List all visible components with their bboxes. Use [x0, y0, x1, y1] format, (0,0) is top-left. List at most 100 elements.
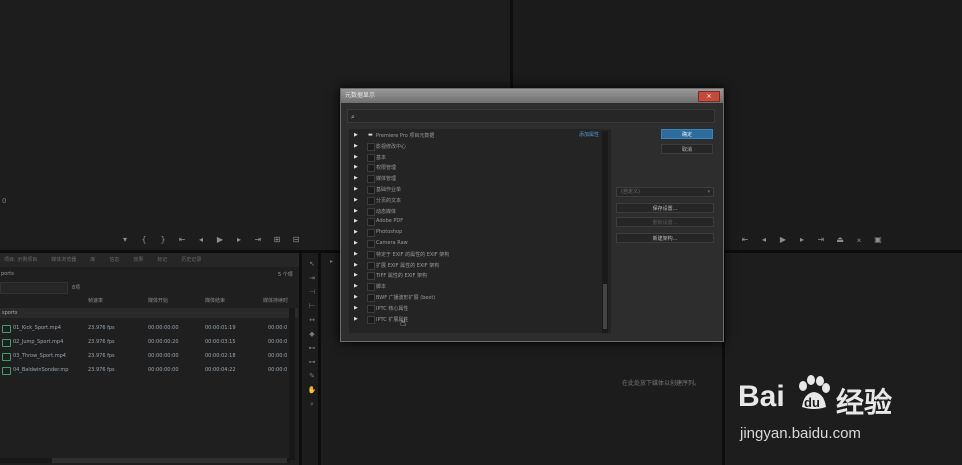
project-hscroll-thumb[interactable]	[52, 458, 287, 463]
schema-checkbox[interactable]	[367, 304, 375, 313]
hand-icon[interactable]: ✋	[308, 386, 317, 394]
tab-history[interactable]: 历史记录	[181, 256, 201, 263]
play-icon[interactable]: ▶	[778, 235, 788, 244]
expand-triangle-icon[interactable]: ▶	[354, 132, 358, 138]
project-search-input[interactable]	[0, 282, 68, 294]
schema-checkbox[interactable]	[367, 240, 375, 248]
ok-button[interactable]: 确定	[661, 129, 713, 139]
insert-icon[interactable]: ⊞	[272, 235, 282, 244]
schema-list-item[interactable]: ▶ TIFF 属性的 EXIF 架构	[349, 271, 607, 281]
schema-checkbox[interactable]	[367, 261, 375, 270]
expand-triangle-icon[interactable]: ▶	[354, 218, 358, 224]
metadata-search-input[interactable]: ⌕	[347, 109, 715, 123]
extract-icon[interactable]: ⌅	[854, 235, 864, 244]
schema-checkbox[interactable]	[367, 315, 375, 324]
expand-triangle-icon[interactable]: ▶	[354, 240, 358, 246]
save-settings-button[interactable]: 保存设置...	[616, 203, 714, 213]
schema-list-item[interactable]: ▶ Adobe PDF	[349, 217, 607, 227]
step-back-icon[interactable]: ◂	[196, 235, 206, 244]
zoom-icon[interactable]: ⌕	[310, 400, 314, 409]
schema-checkbox[interactable]	[367, 164, 375, 173]
table-row[interactable]: 03_Throw_Sport.mp4 23.976 fps 00:00:00:00 0…	[0, 350, 298, 362]
close-icon[interactable]: ✕	[698, 91, 720, 102]
go-out-icon[interactable]: ⇥	[816, 235, 826, 244]
selection-tool-icon[interactable]: ↖	[309, 260, 315, 268]
bin-row[interactable]: sports	[0, 308, 298, 318]
ripple-edit-icon[interactable]: ⊣	[309, 288, 315, 296]
step-forward-icon[interactable]: ▸	[234, 235, 244, 244]
mark-in-icon[interactable]: ▾	[120, 235, 130, 244]
tab-project[interactable]: 项目: 示例项目	[4, 256, 37, 263]
table-row[interactable]: 02_Jump_Sport.mp4 23.976 fps 00:00:00:20 00…	[0, 336, 298, 348]
pen-icon[interactable]: ✎	[309, 372, 315, 380]
schema-list-item[interactable]: ▶ IPTC 扩展属性	[349, 315, 607, 325]
col-fps[interactable]: 帧速率	[88, 297, 103, 304]
schema-checkbox[interactable]	[367, 196, 375, 205]
col-media-start[interactable]: 媒体开始	[148, 297, 168, 304]
schema-checkbox[interactable]	[367, 218, 375, 227]
delete-settings-button[interactable]: 删除设置...	[616, 217, 714, 227]
schema-list-item[interactable]: ▶ IPTC 核心属性	[349, 304, 607, 314]
expand-triangle-icon[interactable]: ▶	[354, 272, 358, 278]
tab-markers[interactable]: 标记	[157, 256, 167, 263]
razor-icon[interactable]: ◆	[309, 330, 314, 338]
table-row[interactable]: 01_Kick_Sport.mp4 23.976 fps 00:00:00:00 00…	[0, 322, 298, 334]
schema-list-item[interactable]: ▶ 脚本	[349, 282, 607, 292]
schema-list-item[interactable]: ▶ 扩展 EXIF 属性的 EXIF 架构	[349, 261, 607, 271]
expand-triangle-icon[interactable]: ▶	[354, 154, 358, 160]
schema-checkbox[interactable]	[367, 153, 375, 162]
schema-list-item[interactable]: ▶ ▬ Premiere Pro 项目元数据	[349, 131, 607, 141]
go-in-icon[interactable]: ⇤	[740, 235, 750, 244]
expand-triangle-icon[interactable]: ▶	[354, 316, 358, 322]
expand-triangle-icon[interactable]: ▶	[354, 251, 358, 257]
step-forward-icon[interactable]: ▸	[797, 235, 807, 244]
schema-checkbox[interactable]	[367, 175, 375, 184]
bracket-in-icon[interactable]: {	[139, 235, 149, 244]
go-in-icon[interactable]: ⇤	[177, 235, 187, 244]
schema-checkbox[interactable]	[367, 142, 375, 151]
schema-list-item[interactable]: ▶ 特定于 EXIF 的属性的 EXIF 架构	[349, 250, 607, 260]
schema-list-item[interactable]: ▶ Photoshop	[349, 228, 607, 238]
project-scrollbar[interactable]	[289, 308, 295, 460]
dialog-titlebar[interactable]: 元数据显示 ✕	[341, 89, 723, 103]
schema-checkbox[interactable]	[367, 294, 375, 302]
schema-checkbox[interactable]	[367, 207, 375, 216]
tab-media-browser[interactable]: 媒体浏览器	[51, 256, 76, 263]
go-out-icon[interactable]: ⇥	[253, 235, 263, 244]
col-media-end[interactable]: 媒体结束	[205, 297, 225, 304]
preset-select[interactable]: (自定义) ▾	[616, 187, 714, 197]
tab-info[interactable]: 信息	[109, 256, 119, 263]
bracket-out-icon[interactable]: }	[158, 235, 168, 244]
expand-triangle-icon[interactable]: ▶	[354, 186, 358, 192]
schema-list-item[interactable]: ▶ 基础作业单	[349, 185, 607, 195]
schema-list-item[interactable]: ▶ 基本	[349, 153, 607, 163]
schema-checkbox[interactable]	[367, 229, 375, 238]
schema-checkbox[interactable]	[367, 272, 375, 281]
slip-icon[interactable]: ⊷	[309, 344, 316, 352]
expand-triangle-icon[interactable]: ▶	[354, 143, 358, 149]
schema-list-item[interactable]: ▶ 动态媒体	[349, 207, 607, 217]
tab-effects[interactable]: 效果	[133, 256, 143, 263]
schema-list-item[interactable]: ▶ 影视修改中心	[349, 142, 607, 152]
expand-triangle-icon[interactable]: ▶	[354, 283, 358, 289]
expand-triangle-icon[interactable]: ▶	[354, 262, 358, 268]
col-duration[interactable]: 媒体持续时	[263, 297, 288, 304]
slide-icon[interactable]: ⊶	[309, 358, 316, 366]
export-frame-icon[interactable]: ▣	[873, 235, 883, 244]
expand-triangle-icon[interactable]: ▶	[354, 164, 358, 170]
expand-triangle-icon[interactable]: ▶	[354, 175, 358, 181]
schema-checkbox[interactable]	[367, 283, 375, 292]
schema-list-item[interactable]: ▶ 分页的文本	[349, 196, 607, 206]
expand-triangle-icon[interactable]: ▶	[354, 208, 358, 214]
expand-triangle-icon[interactable]: ▶	[354, 305, 358, 311]
play-icon[interactable]: ▶	[215, 235, 225, 244]
cancel-button[interactable]: 取消	[661, 144, 713, 154]
step-back-icon[interactable]: ◂	[759, 235, 769, 244]
expand-triangle-icon[interactable]: ▶	[354, 229, 358, 235]
rate-stretch-icon[interactable]: ↔	[309, 316, 315, 324]
tab-library[interactable]: 库	[90, 256, 95, 263]
schema-list-item[interactable]: ▶ 媒体管理	[349, 174, 607, 184]
schema-checkbox[interactable]	[367, 250, 375, 259]
schema-list-item[interactable]: ▶ 权限管理	[349, 163, 607, 173]
table-row[interactable]: 04_BaldwinSonder.mp 23.976 fps 00:00:00:00…	[0, 364, 298, 376]
